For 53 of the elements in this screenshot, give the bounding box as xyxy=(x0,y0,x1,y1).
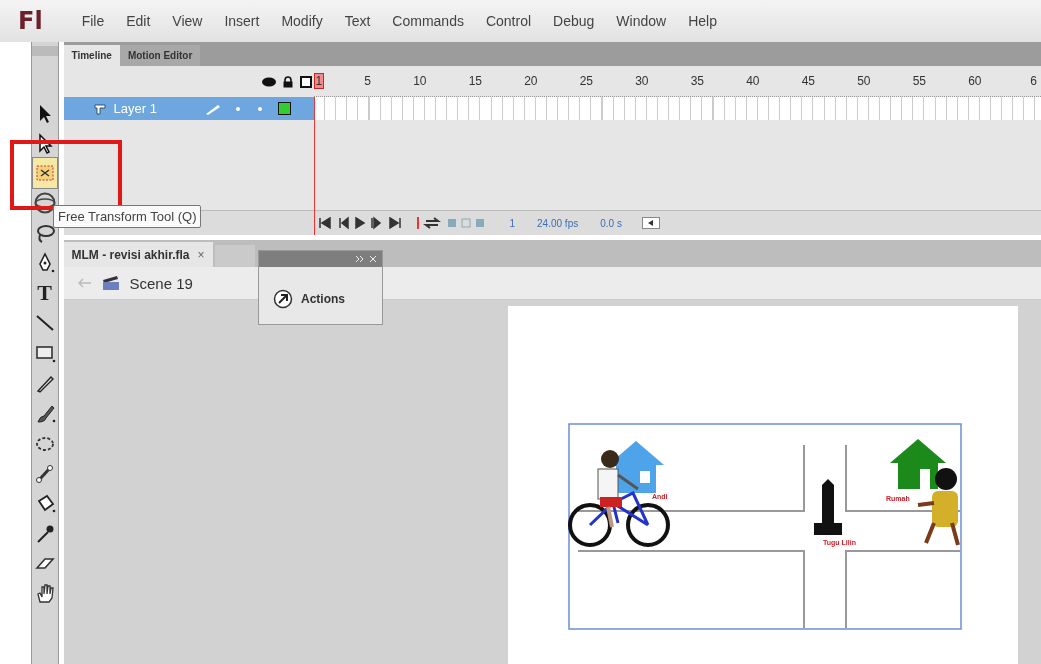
frame-number: 35 xyxy=(689,74,705,88)
lock-icon[interactable] xyxy=(282,75,293,88)
arrow-circle-icon xyxy=(273,289,293,309)
frame-number: 1 xyxy=(313,73,324,89)
frame-number: 25 xyxy=(578,74,594,88)
frame-number: 20 xyxy=(523,74,539,88)
frame-number: 10 xyxy=(412,74,428,88)
scene-name: Scene 19 xyxy=(129,274,193,292)
panel-tab[interactable]: Timeline xyxy=(63,45,120,66)
clapperboard-icon xyxy=(101,275,120,291)
actions-button[interactable]: Actions xyxy=(273,289,382,309)
frame-number: 50 xyxy=(856,74,872,88)
bone-icon xyxy=(33,462,56,484)
house-icon xyxy=(889,439,946,489)
menu-item[interactable]: Control xyxy=(474,13,543,29)
menu-item[interactable]: Help xyxy=(677,13,728,29)
tooltip: Free Transform Tool (Q) xyxy=(53,205,202,228)
menu-item[interactable]: Edit xyxy=(115,13,162,29)
menu-item[interactable]: Text xyxy=(333,13,382,29)
frame-number: 15 xyxy=(467,74,483,88)
menu-item[interactable]: Debug xyxy=(542,13,606,29)
frame-rate: 24.00 fps xyxy=(537,217,579,229)
outline-icon[interactable] xyxy=(299,75,312,88)
toolbar-grip[interactable] xyxy=(31,46,58,56)
menu-item[interactable]: Window xyxy=(605,13,678,29)
frame-number: 55 xyxy=(911,74,927,88)
current-frame: 1 xyxy=(509,217,516,229)
transform-icon xyxy=(33,162,56,184)
text-tool[interactable]: T xyxy=(32,278,57,308)
document-tab[interactable]: MLM - revisi akhir.fla × xyxy=(63,242,213,267)
menu-item[interactable]: Insert xyxy=(213,13,271,29)
app-logo: Fl xyxy=(18,7,43,35)
frame-number: 45 xyxy=(800,74,816,88)
panel-tab[interactable]: Motion Editor xyxy=(119,45,201,66)
frame-number: 6 xyxy=(1029,74,1038,88)
close-icon[interactable] xyxy=(370,256,376,262)
elapsed-time: 0.0 s xyxy=(600,217,622,229)
monument-icon xyxy=(813,479,842,535)
menu-item[interactable]: Commands xyxy=(381,13,475,29)
layer-icon xyxy=(93,102,106,115)
scroll-left-icon[interactable] xyxy=(641,217,660,229)
transform-tool[interactable] xyxy=(32,158,57,188)
collapse-icon[interactable] xyxy=(356,256,364,262)
frame-number: 60 xyxy=(967,74,983,88)
eye-icon[interactable] xyxy=(261,76,276,87)
layer-name: Layer 1 xyxy=(113,101,158,116)
rotate3d-icon xyxy=(33,192,56,214)
frame-number: 30 xyxy=(634,74,650,88)
menu-item[interactable]: File xyxy=(70,13,116,29)
menu-item[interactable]: Modify xyxy=(270,13,334,29)
menu-item[interactable]: View xyxy=(161,13,214,29)
layer-color-icon xyxy=(277,102,291,115)
frame-number: 40 xyxy=(745,74,761,88)
